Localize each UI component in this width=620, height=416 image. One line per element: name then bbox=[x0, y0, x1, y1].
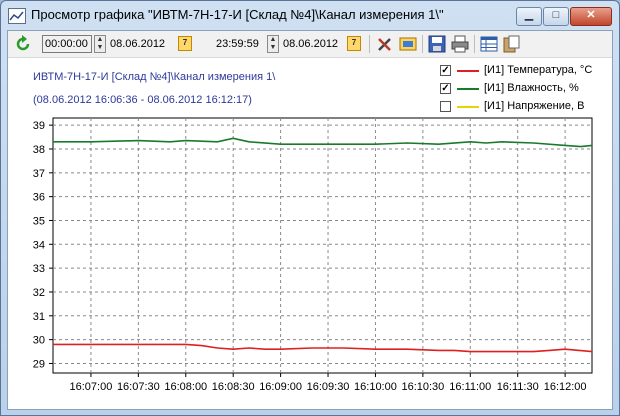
maximize-button[interactable]: □ bbox=[543, 7, 569, 26]
x-tick-label: 16:12:00 bbox=[544, 381, 587, 393]
x-tick-label: 16:07:00 bbox=[70, 381, 113, 393]
chart-app-icon bbox=[8, 8, 26, 24]
minimize-icon: ▁ bbox=[524, 9, 534, 21]
x-tick-label: 16:09:00 bbox=[259, 381, 302, 393]
plot-area bbox=[52, 117, 593, 374]
line-chart: 29 30 31 32 33 34 35 36 37 38 39 16:07:00 16:07:30 16… bbox=[33, 117, 593, 393]
y-tick-label: 33 bbox=[33, 263, 45, 275]
y-tick-label: 35 bbox=[33, 215, 45, 227]
y-tick-label: 29 bbox=[33, 358, 45, 370]
title-bar[interactable]: Просмотр графика "ИВТМ-7Н-17-И [Склад №4… bbox=[1, 1, 619, 29]
x-tick-label: 16:10:00 bbox=[354, 381, 397, 393]
x-tick-label: 16:11:00 bbox=[449, 381, 491, 393]
y-tick-label: 39 bbox=[33, 120, 45, 132]
x-tick-label: 16:07:30 bbox=[117, 381, 160, 393]
x-tick-label: 16:08:30 bbox=[212, 381, 255, 393]
x-tick-label: 16:10:30 bbox=[401, 381, 444, 393]
x-tick-label: 16:09:30 bbox=[307, 381, 350, 393]
maximize-icon: □ bbox=[552, 9, 560, 21]
y-tick-label: 31 bbox=[33, 311, 45, 323]
y-tick-label: 30 bbox=[33, 335, 45, 347]
minimize-button[interactable]: ▁ bbox=[516, 7, 542, 26]
y-tick-label: 36 bbox=[33, 192, 45, 204]
chart-window: Просмотр графика "ИВТМ-7Н-17-И [Склад №4… bbox=[0, 0, 620, 416]
y-tick-label: 37 bbox=[33, 168, 45, 180]
y-tick-label: 38 bbox=[33, 144, 45, 156]
x-tick-label: 16:08:00 bbox=[164, 381, 207, 393]
y-tick-label: 32 bbox=[33, 287, 45, 299]
window-title: Просмотр графика "ИВТМ-7Н-17-И [Склад №4… bbox=[31, 7, 444, 22]
x-tick-label: 16:11:30 bbox=[497, 381, 539, 393]
close-button[interactable]: ✕ bbox=[570, 7, 612, 26]
y-tick-label: 34 bbox=[33, 239, 45, 251]
close-icon: ✕ bbox=[586, 9, 596, 21]
client-area: 00:00:00 ▲ ▼ 08.06.2012 7 23:59:59 ▲ ▼ 08.… bbox=[7, 30, 613, 410]
